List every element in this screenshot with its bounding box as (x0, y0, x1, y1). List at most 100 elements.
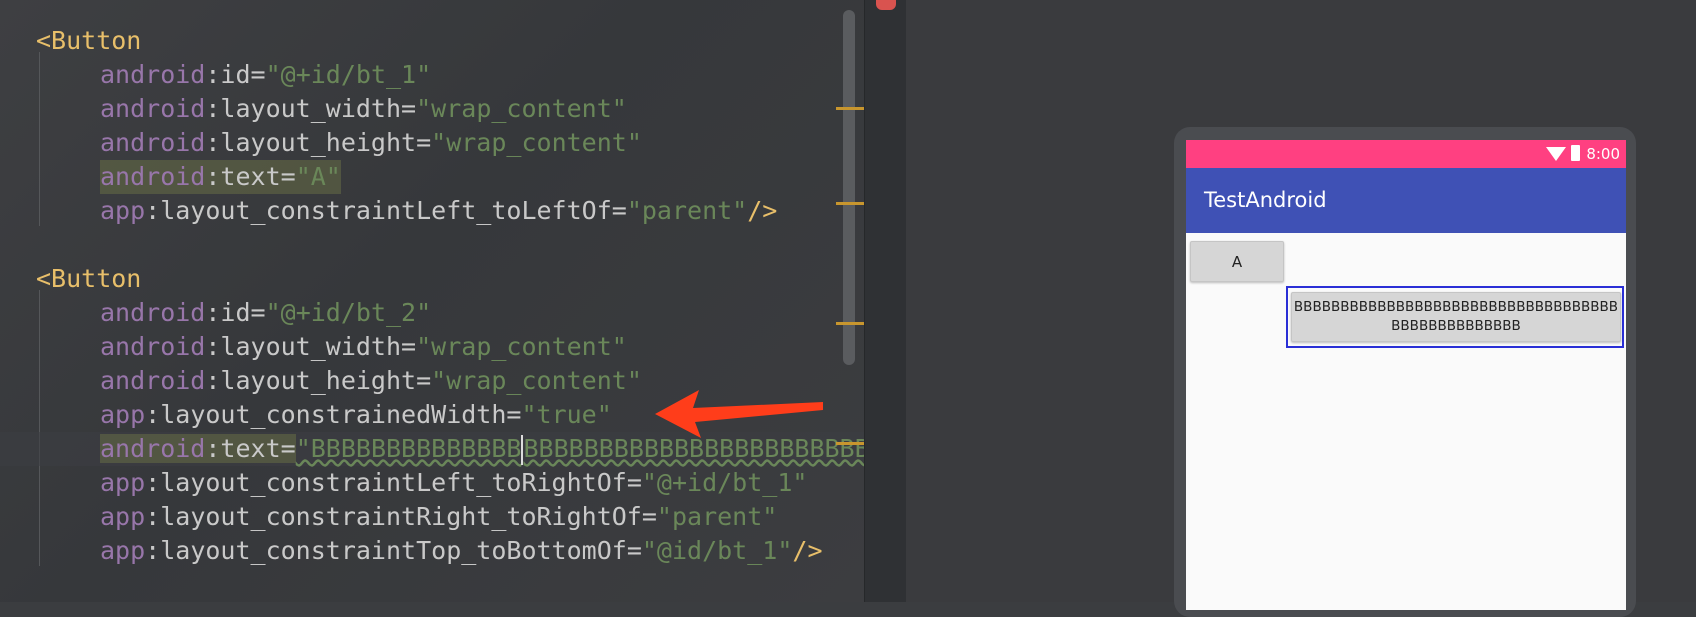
attribute-value: "parent" (626, 196, 748, 225)
attribute-value: "A" (295, 162, 341, 191)
attribute-name: layout_constraintTop_toBottomOf (160, 536, 627, 565)
attribute-value: "parent" (656, 502, 778, 531)
equals: = (506, 400, 522, 429)
battery-icon (1571, 145, 1580, 161)
namespace: app (100, 196, 146, 225)
code-editor[interactable]: <Button android:id="@+id/bt_1" android:l… (0, 0, 864, 602)
close-tag: /> (792, 536, 823, 565)
equals: = (401, 332, 417, 361)
scroll-marker[interactable] (836, 202, 864, 205)
tag-text: <Button (36, 264, 142, 293)
colon: : (145, 536, 161, 565)
indent-guide (39, 52, 40, 226)
button-b[interactable]: BBBBBBBBBBBBBBBBBBBBBBBBBBBBBBBBBBBBBBBB… (1291, 292, 1621, 342)
attribute-name: layout_width (220, 332, 402, 361)
colon: : (205, 332, 221, 361)
colon: : (145, 502, 161, 531)
attribute-value: "wrap_content" (431, 128, 642, 157)
code-line-attribute-highlighted[interactable]: android:text="A" (100, 160, 341, 194)
colon: : (205, 434, 221, 463)
namespace: android (100, 332, 206, 361)
namespace: android (100, 298, 206, 327)
code-line-attribute[interactable]: android:id="@+id/bt_1" (100, 58, 431, 92)
colon: : (205, 162, 221, 191)
colon: : (205, 298, 221, 327)
attribute-name: layout_constrainedWidth (160, 400, 507, 429)
colon: : (205, 60, 221, 89)
tag-text: <Button (36, 26, 142, 55)
attribute-name: text (220, 434, 281, 463)
editor-gutter (864, 0, 907, 602)
colon: : (205, 366, 221, 395)
namespace: android (100, 366, 206, 395)
namespace: android (100, 128, 206, 157)
code-line-open-tag[interactable]: <Button (36, 262, 141, 296)
code-line-attribute[interactable]: app:layout_constraintRight_toRightOf="pa… (100, 500, 777, 534)
attribute-name: layout_constraintRight_toRightOf (160, 502, 642, 531)
scroll-marker[interactable] (836, 322, 864, 325)
attribute-name: layout_height (220, 128, 417, 157)
attribute-value: "@+id/bt_2" (265, 298, 432, 327)
equals: = (641, 502, 657, 531)
colon: : (205, 128, 221, 157)
namespace: android (100, 60, 206, 89)
equals: = (626, 536, 642, 565)
equals: = (416, 366, 432, 395)
code-line-attribute[interactable]: android:layout_width="wrap_content" (100, 92, 627, 126)
attribute-value: "true" (521, 400, 612, 429)
status-bar: 8:00 (1186, 140, 1626, 168)
namespace: android (100, 434, 206, 463)
wifi-icon (1546, 147, 1566, 161)
equals: = (626, 468, 642, 497)
equals: = (280, 162, 296, 191)
colon: : (145, 468, 161, 497)
attribute-name: layout_width (220, 94, 402, 123)
code-line-attribute[interactable]: app:layout_constraintTop_toBottomOf="@id… (100, 534, 823, 568)
colon: : (145, 196, 161, 225)
app-bar: TestAndroid (1186, 168, 1626, 233)
attribute-name: id (220, 60, 251, 89)
code-line-attribute[interactable]: app:layout_constrainedWidth="true" (100, 398, 612, 432)
attribute-value: "wrap_content" (431, 366, 642, 395)
attribute-name: layout_constraintLeft_toRightOf (160, 468, 627, 497)
equals: = (611, 196, 627, 225)
attribute-name: layout_constraintLeft_toLeftOf (160, 196, 612, 225)
namespace: app (100, 502, 146, 531)
attribute-value: "BBBBBBBBBBBBBB (295, 434, 522, 463)
namespace: app (100, 468, 146, 497)
code-line-attribute[interactable]: app:layout_constraintLeft_toLeftOf="pare… (100, 194, 777, 228)
indent-guide (39, 290, 40, 566)
scroll-marker[interactable] (836, 107, 864, 110)
annotation-arrow-icon (655, 390, 823, 438)
status-time: 8:00 (1586, 145, 1620, 163)
equals: = (416, 128, 432, 157)
attribute-value: "@id/bt_1" (641, 536, 793, 565)
code-line-attribute[interactable]: android:id="@+id/bt_2" (100, 296, 431, 330)
attribute-name: id (220, 298, 251, 327)
attribute-value: "@+id/bt_1" (641, 468, 808, 497)
namespace: android (100, 162, 206, 191)
code-line-open-tag[interactable]: <Button (36, 24, 141, 58)
device-screen: 8:00 TestAndroid A BBBBBBBBBBBBBBBBBBBBB… (1186, 140, 1626, 610)
close-tag: /> (747, 196, 778, 225)
namespace: app (100, 536, 146, 565)
code-line-attribute[interactable]: android:layout_height="wrap_content" (100, 364, 642, 398)
button-a[interactable]: A (1190, 241, 1284, 282)
attribute-value: "wrap_content" (416, 332, 627, 361)
code-line-attribute[interactable]: app:layout_constraintLeft_toRightOf="@+i… (100, 466, 807, 500)
equals: = (250, 60, 266, 89)
equals: = (250, 298, 266, 327)
attribute-name: layout_height (220, 366, 417, 395)
attribute-value: "@+id/bt_1" (265, 60, 432, 89)
namespace: app (100, 400, 146, 429)
namespace: android (100, 94, 206, 123)
equals: = (401, 94, 417, 123)
gutter-marker-icon[interactable] (876, 0, 896, 10)
scroll-marker[interactable] (836, 442, 864, 445)
equals: = (280, 434, 296, 463)
code-line-attribute[interactable]: android:layout_height="wrap_content" (100, 126, 642, 160)
colon: : (205, 94, 221, 123)
editor-scrollbar[interactable] (843, 10, 855, 365)
code-line-attribute[interactable]: android:layout_width="wrap_content" (100, 330, 627, 364)
attribute-name: text (220, 162, 281, 191)
